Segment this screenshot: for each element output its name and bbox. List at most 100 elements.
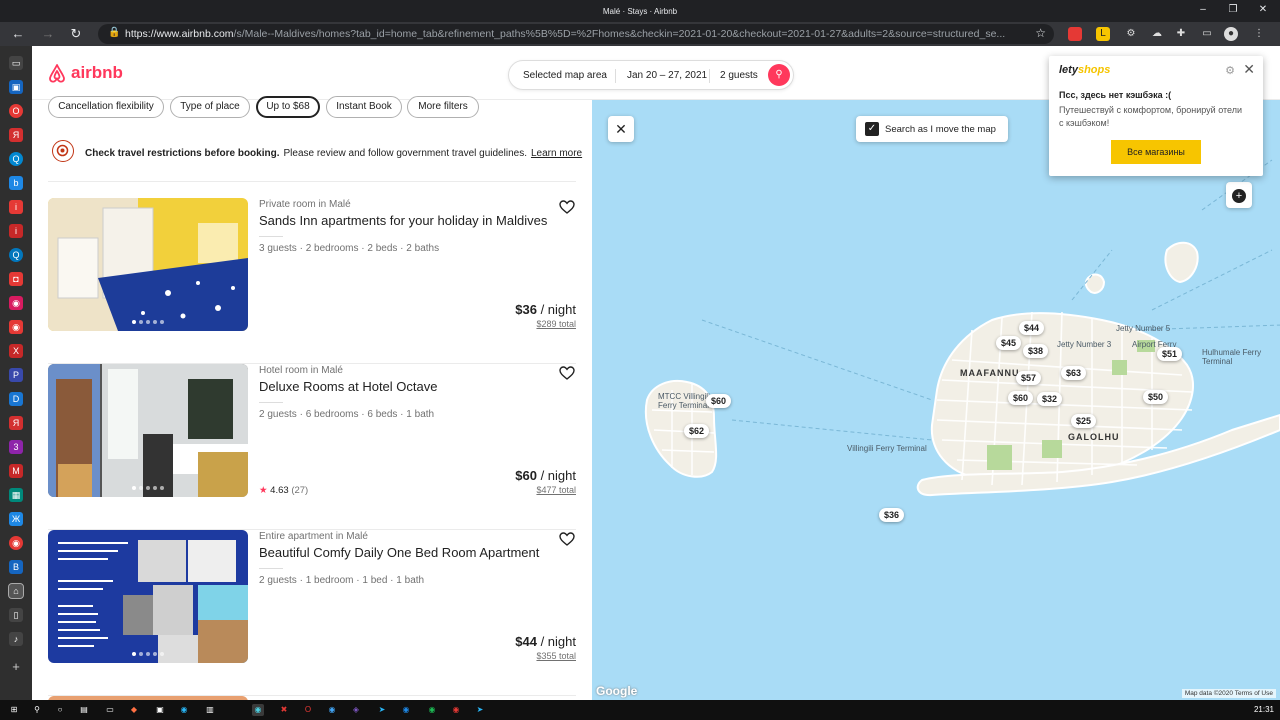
listing-photo[interactable] — [48, 530, 248, 663]
sidebar-doc-icon[interactable]: ▯ — [9, 608, 23, 622]
search-bar[interactable]: Selected map area Jan 20 – 27, 2021 2 gu… — [508, 60, 794, 90]
search-button[interactable]: ⚲ — [768, 64, 790, 86]
map-price-pin[interactable]: $44 — [1019, 321, 1045, 335]
heart-icon[interactable] — [558, 198, 576, 216]
maps-icon[interactable]: ◆ — [128, 704, 140, 716]
browser-taskbar-icon[interactable]: ◉ — [252, 704, 264, 716]
app-red-icon[interactable]: ◉ — [450, 704, 462, 716]
close-window-icon[interactable]: ✕ — [1256, 4, 1270, 15]
heart-icon[interactable] — [558, 364, 576, 382]
telegram2-icon[interactable]: ➤ — [474, 704, 486, 716]
search-guests[interactable]: 2 guests — [720, 70, 758, 81]
sidebar-p-icon[interactable]: P — [9, 368, 23, 382]
sidebar-add-icon[interactable]: + — [9, 660, 23, 674]
files-icon[interactable]: ▥ — [204, 704, 216, 716]
sidebar-audio-icon[interactable]: ♪ — [9, 632, 23, 646]
cortana-icon[interactable]: ○ — [54, 704, 66, 716]
windows-start-icon[interactable]: ⊞ — [8, 704, 20, 716]
reload-icon[interactable]: ↻ — [66, 26, 86, 42]
sidebar-chrome-icon[interactable]: ◉ — [9, 536, 23, 550]
address-bar[interactable]: 🔒 https://www.airbnb.com/s/Male--Maldive… — [98, 24, 1054, 44]
map-price-pin[interactable]: $45 — [996, 336, 1022, 350]
sidebar-x-icon[interactable]: Х — [9, 344, 23, 358]
map-price-pin[interactable]: $38 — [1023, 344, 1049, 358]
opera-taskbar-icon[interactable]: O — [302, 704, 314, 716]
minimize-icon[interactable]: – — [1196, 4, 1210, 15]
listing-total[interactable]: $477 total — [536, 485, 576, 495]
app-x-icon[interactable]: ✖ — [278, 704, 290, 716]
extension-icon-cast[interactable]: ▭ — [1200, 27, 1214, 41]
explorer-icon[interactable]: ▭ — [104, 704, 116, 716]
map-price-pin[interactable]: $57 — [1016, 371, 1042, 385]
map-price-pin[interactable]: $36 — [879, 508, 905, 522]
app-blue2-icon[interactable]: ◉ — [400, 704, 412, 716]
listing-title[interactable]: Deluxe Rooms at Hotel Octave — [259, 379, 437, 394]
listing-total[interactable]: $289 total — [536, 319, 576, 329]
sidebar-m-icon[interactable]: M — [9, 464, 23, 478]
store-icon[interactable]: ▣ — [154, 704, 166, 716]
search-as-move-toggle[interactable]: ✓ Search as I move the map — [856, 116, 1008, 142]
gear-icon[interactable]: ⚙ — [1225, 64, 1235, 77]
forward-icon[interactable]: → — [38, 26, 58, 41]
close-map-button[interactable]: ✕ — [608, 116, 634, 142]
listing-photo[interactable] — [48, 198, 248, 331]
close-icon[interactable]: ✕ — [1243, 61, 1255, 78]
extension-icon-extensions[interactable]: ✚ — [1174, 27, 1188, 41]
sidebar-red2-icon[interactable]: ◉ — [9, 320, 23, 334]
all-shops-button[interactable]: Все магазины — [1111, 140, 1201, 164]
photo-carousel-dots[interactable] — [132, 486, 164, 490]
photo-carousel-dots[interactable] — [132, 320, 164, 324]
sidebar-33-icon[interactable]: 3 — [9, 440, 23, 454]
bookmark-star-icon[interactable]: ☆ — [1035, 26, 1046, 40]
listing-card[interactable]: Hotel room in Malé Deluxe Rooms at Hotel… — [48, 364, 576, 530]
filter-type-of-place[interactable]: Type of place — [170, 96, 250, 118]
map-price-pin[interactable]: $62 — [684, 424, 710, 438]
search-location[interactable]: Selected map area — [523, 70, 607, 81]
zoom-in-button[interactable]: + — [1226, 182, 1252, 208]
maximize-icon[interactable]: ❐ — [1226, 4, 1240, 15]
checkbox-checked-icon[interactable]: ✓ — [865, 122, 879, 136]
sidebar-tabs-icon[interactable]: ▭ — [9, 56, 23, 70]
sidebar-pocket-icon[interactable]: ◘ — [9, 272, 23, 286]
map-price-pin[interactable]: $50 — [1143, 390, 1169, 404]
filter-instant-book[interactable]: Instant Book — [326, 96, 402, 118]
sidebar-q2-icon[interactable]: Q — [9, 248, 23, 262]
sidebar-opera-icon[interactable]: O — [9, 104, 23, 118]
listing-total[interactable]: $355 total — [536, 651, 576, 661]
search-icon[interactable]: ⚲ — [31, 704, 43, 716]
heart-icon[interactable] — [558, 530, 576, 548]
listing-card[interactable]: Entire apartment in Malé Beautiful Comfy… — [48, 530, 576, 696]
browser-menu-icon[interactable]: ⋮ — [1252, 27, 1266, 41]
map-price-pin[interactable]: $51 — [1157, 347, 1183, 361]
listing-photo[interactable] — [48, 364, 248, 497]
sidebar-yandex-icon[interactable]: Я — [9, 128, 23, 142]
profile-avatar[interactable]: ● — [1224, 27, 1238, 41]
extension-icon-puzzle[interactable]: ⚙ — [1124, 27, 1138, 41]
learn-more-link[interactable]: Learn more — [531, 148, 582, 159]
map-price-pin[interactable]: $32 — [1037, 392, 1063, 406]
listing-card[interactable]: Private room in Malé Sands Inn apartment… — [48, 198, 576, 364]
search-dates[interactable]: Jan 20 – 27, 2021 — [627, 70, 707, 81]
sidebar-i2-icon[interactable]: i — [9, 224, 23, 238]
sidebar-z-icon[interactable]: Ж — [9, 512, 23, 526]
sidebar-grid-icon[interactable]: ▦ — [9, 488, 23, 502]
extension-icon-letyshops[interactable]: L — [1096, 27, 1110, 41]
map-attribution[interactable]: Map data ©2020 Terms of Use — [1181, 689, 1276, 698]
extension-icon-red[interactable] — [1068, 27, 1082, 41]
map-price-pin[interactable]: $63 — [1061, 366, 1087, 380]
map-price-pin[interactable]: $60 — [706, 394, 732, 408]
app-purple-icon[interactable]: ◈ — [350, 704, 362, 716]
app-blue-icon[interactable]: ◉ — [326, 704, 338, 716]
extension-icon-cloud[interactable]: ☁ — [1150, 27, 1164, 41]
sidebar-messenger-icon[interactable]: ▣ — [9, 80, 23, 94]
telegram-icon[interactable]: ➤ — [376, 704, 388, 716]
back-icon[interactable]: ← — [8, 26, 28, 41]
sidebar-red-icon[interactable]: ◉ — [9, 296, 23, 310]
photo-carousel-dots[interactable] — [132, 652, 164, 656]
sidebar-airbnb-icon[interactable]: ⌂ — [8, 583, 24, 599]
filter-cancellation[interactable]: Cancellation flexibility — [48, 96, 164, 118]
sidebar-q-icon[interactable]: Q — [9, 152, 23, 166]
map-price-pin[interactable]: $25 — [1071, 414, 1097, 428]
spotify-icon[interactable]: ◉ — [426, 704, 438, 716]
airbnb-logo[interactable]: airbnb — [48, 63, 123, 83]
